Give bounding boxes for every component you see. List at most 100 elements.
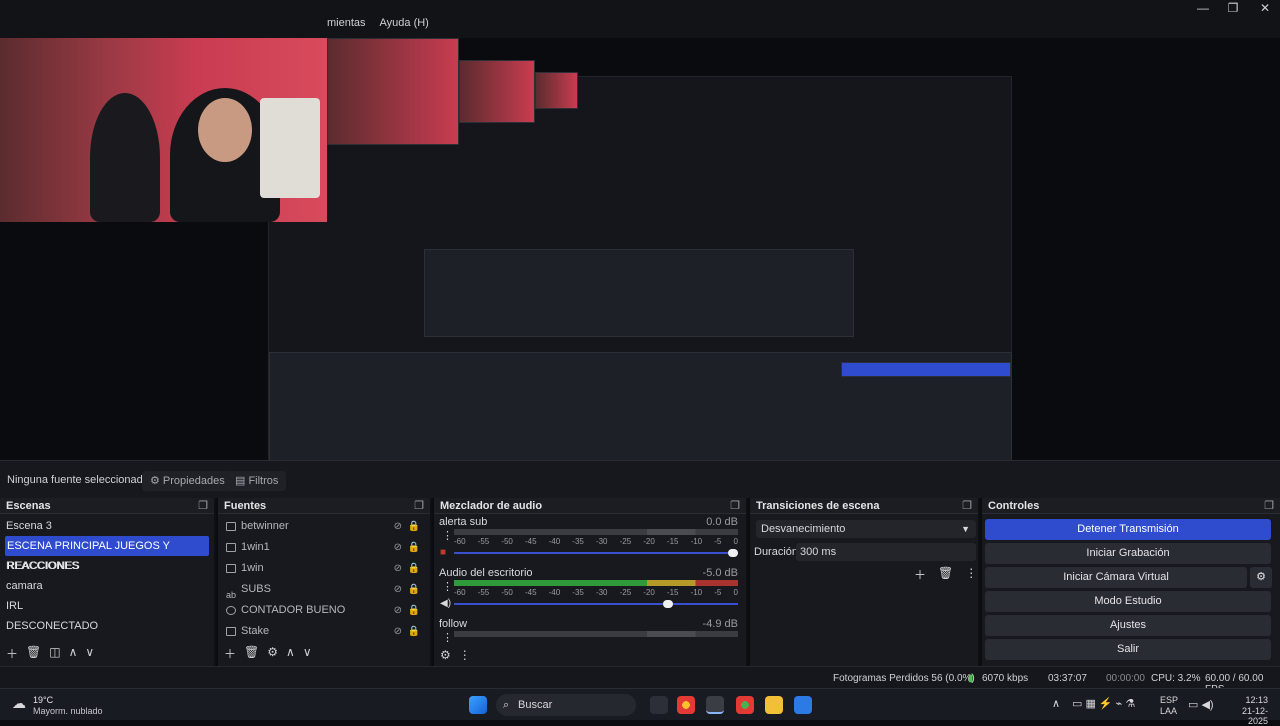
wifi-volume-icons[interactable]: ▭ ◀) <box>1188 698 1214 711</box>
app-icon[interactable] <box>765 696 783 714</box>
clock-time[interactable]: 12:13 <box>1222 695 1268 705</box>
source-item[interactable]: Stake ⊘ 🔒 <box>218 621 430 642</box>
more-icon[interactable]: ⋮ <box>442 631 453 644</box>
db-tick: -5 <box>714 588 722 597</box>
settings-button[interactable]: Ajustes <box>985 615 1271 636</box>
db-tick: -30 <box>595 588 608 597</box>
move-up-icon[interactable]: ∧ <box>69 645 78 662</box>
add-icon[interactable]: ＋ <box>914 566 926 583</box>
db-tick: -55 <box>477 588 490 597</box>
chevron-up-icon[interactable]: ∧ <box>1052 697 1060 710</box>
filter-icon[interactable]: ◫ <box>49 645 60 662</box>
mixer-channel: follow -4.9 dB ⋮ <box>434 616 746 646</box>
close-button[interactable]: ✕ <box>1250 0 1280 16</box>
minimize-button[interactable]: — <box>1188 0 1218 16</box>
eye-off-icon[interactable]: ⊘ <box>394 537 402 558</box>
add-icon[interactable]: ＋ <box>6 645 18 662</box>
more-icon[interactable]: ⋮ <box>442 580 453 593</box>
gear-icon[interactable]: ⚙ <box>267 645 278 662</box>
transition-select[interactable]: Desvanecimiento ▼ <box>756 520 976 538</box>
eye-off-icon[interactable]: ⊘ <box>394 558 402 579</box>
lang-primary[interactable]: ESP <box>1160 695 1178 705</box>
transitions-dock: Transiciones de escena ❐ Desvanecimiento ▼… <box>750 498 980 666</box>
virtual-camera-settings-icon[interactable]: ⚙ <box>1250 567 1272 588</box>
notepad-icon[interactable] <box>794 696 812 714</box>
weather-desc: Mayorm. nublado <box>33 706 103 716</box>
task-view-icon[interactable] <box>650 696 668 714</box>
lock-icon[interactable]: 🔒 <box>408 621 420 642</box>
lock-icon[interactable]: 🔒 <box>408 516 420 537</box>
tray-icons[interactable]: ▭ ▦ ⚡ ⌁ ⚗ <box>1072 697 1135 710</box>
filters-button[interactable]: ▤ Filtros <box>227 471 287 491</box>
trash-icon[interactable]: 🗑 <box>244 645 259 662</box>
eye-off-icon[interactable]: ⊘ <box>394 621 402 642</box>
signal-icon: ▮ <box>968 673 974 684</box>
more-icon[interactable]: ⋮ <box>965 566 977 583</box>
undock-icon[interactable]: ❐ <box>414 498 424 513</box>
source-item[interactable]: ab SUBS ⊘ 🔒 <box>218 579 430 600</box>
eye-off-icon[interactable]: ⊘ <box>394 600 402 621</box>
chrome-profile-icon[interactable] <box>736 696 754 714</box>
lang-secondary[interactable]: LAA <box>1160 706 1177 716</box>
source-item[interactable]: 1win ⊘ 🔒 <box>218 558 430 579</box>
search-box[interactable]: ⌕ Buscar <box>496 694 636 716</box>
start-recording-button[interactable]: Iniciar Grabación <box>985 543 1271 564</box>
menu-item-help[interactable]: Ayuda (H) <box>380 17 429 29</box>
scene-item[interactable]: IRL <box>0 596 214 616</box>
db-tick: -50 <box>501 537 513 546</box>
db-tick: -20 <box>643 537 655 546</box>
undock-icon[interactable]: ❐ <box>962 498 972 513</box>
studio-mode-button[interactable]: Modo Estudio <box>985 591 1271 612</box>
duration-input[interactable]: 300 ms <box>796 543 976 561</box>
scene-item[interactable]: DESCONECTADO <box>0 616 214 636</box>
scene-item-selected[interactable]: ESCENA PRINCIPAL JUEGOS Y REACCIONES <box>5 536 209 572</box>
eye-off-icon[interactable]: ⊘ <box>394 579 402 600</box>
muted-icon[interactable]: ■ <box>440 547 446 558</box>
preview-canvas[interactable] <box>0 38 1280 496</box>
undock-icon[interactable]: ❐ <box>1264 498 1274 513</box>
virtual-camera-button[interactable]: Iniciar Cámara Virtual <box>985 567 1247 588</box>
db-tick: -20 <box>643 588 655 597</box>
lock-icon[interactable]: 🔒 <box>408 537 420 558</box>
trash-icon[interactable]: 🗑 <box>938 566 953 583</box>
source-label: 1win <box>241 562 264 574</box>
exit-button[interactable]: Salir <box>985 639 1271 660</box>
db-tick: -25 <box>619 537 632 546</box>
maximize-button[interactable]: ❐ <box>1218 0 1248 16</box>
volume-slider[interactable] <box>454 600 738 608</box>
properties-button[interactable]: ⚙ Propiedades <box>142 471 233 491</box>
filters-label: Filtros <box>248 475 279 487</box>
slider-handle[interactable] <box>662 600 673 608</box>
lock-icon[interactable]: 🔒 <box>408 600 420 621</box>
scene-item[interactable]: REACCIONES <box>0 556 214 576</box>
scene-item[interactable]: camara <box>0 576 214 596</box>
more-icon[interactable]: ⋮ <box>459 648 471 662</box>
start-icon[interactable] <box>469 696 487 714</box>
volume-slider[interactable] <box>454 549 738 557</box>
move-up-icon[interactable]: ∧ <box>286 645 295 662</box>
move-down-icon[interactable]: ∨ <box>85 645 94 662</box>
add-icon[interactable]: ＋ <box>224 645 236 662</box>
clock-date[interactable]: 21-12-2025 <box>1222 706 1268 726</box>
db-tick: -25 <box>619 588 632 597</box>
menu-item-tools[interactable]: mientas <box>327 17 366 29</box>
controls-title: Controles <box>988 500 1040 512</box>
trash-icon[interactable]: 🗑 <box>26 645 41 662</box>
lock-icon[interactable]: 🔒 <box>408 579 420 600</box>
scene-item[interactable]: Escena 3 <box>0 516 214 536</box>
lock-icon[interactable]: 🔒 <box>408 558 420 579</box>
source-item[interactable]: betwinner ⊘ 🔒 <box>218 516 430 537</box>
speaker-icon[interactable]: ◀) <box>440 598 451 609</box>
undock-icon[interactable]: ❐ <box>730 498 740 513</box>
gear-icon[interactable]: ⚙ <box>440 648 451 662</box>
chrome-icon[interactable] <box>677 696 695 714</box>
slider-handle[interactable] <box>728 549 738 557</box>
more-icon[interactable]: ⋮ <box>442 529 453 542</box>
eye-off-icon[interactable]: ⊘ <box>394 516 402 537</box>
move-down-icon[interactable]: ∨ <box>303 645 312 662</box>
undock-icon[interactable]: ❐ <box>198 498 208 513</box>
source-item[interactable]: 1win1 ⊘ 🔒 <box>218 537 430 558</box>
obs-icon[interactable] <box>706 696 724 714</box>
source-item[interactable]: CONTADOR BUENO ⊘ 🔒 <box>218 600 430 621</box>
stop-streaming-button[interactable]: Detener Transmisión <box>985 519 1271 540</box>
